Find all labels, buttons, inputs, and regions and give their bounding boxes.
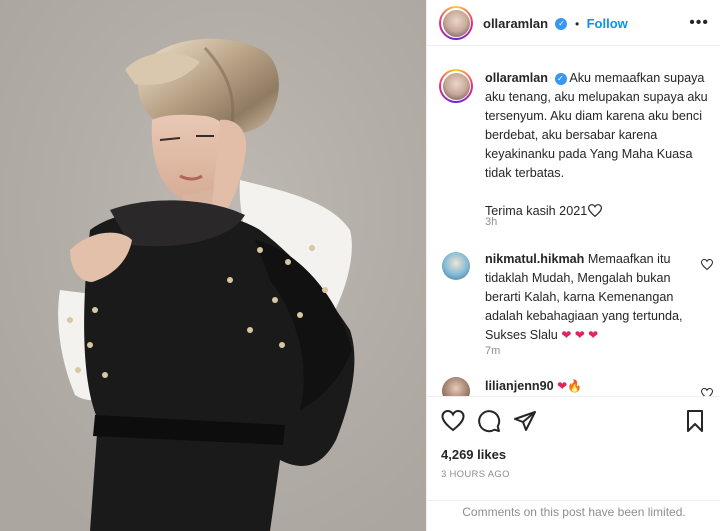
- red-heart-emoji: ❤ ❤ ❤: [561, 328, 599, 342]
- comment-line-2: berarti Kalah, karna Kemenangan: [485, 290, 674, 304]
- share-icon[interactable]: [513, 409, 537, 433]
- post-header: ollaramlan ✓ • Follow •••: [427, 0, 720, 46]
- outline-heart-icon: [588, 204, 603, 223]
- comment-line-0: Memaafkan itu: [587, 252, 671, 266]
- verified-badge-icon: ✓: [554, 72, 567, 85]
- header-avatar[interactable]: [439, 6, 473, 40]
- caption-line-4: keyakinanku pada Yang Maha Kuasa: [485, 147, 693, 161]
- post-photo[interactable]: [0, 0, 426, 531]
- follow-button[interactable]: Follow: [587, 16, 628, 31]
- caption-line-3: berdebat, aku bersabar karena: [485, 128, 658, 142]
- comment-text: nikmatul.hikmah Memaafkan itu tidaklah M…: [485, 250, 705, 345]
- post-side-panel: ollaramlan ✓ • Follow ••• ollaramlan ✓ A…: [426, 0, 720, 531]
- comment-line-4: Sukses Slalu: [485, 328, 558, 342]
- caption-line-0: Aku memaafkan supaya: [569, 71, 705, 85]
- comment-like-heart-icon[interactable]: [700, 386, 714, 396]
- comments-list[interactable]: ollaramlan ✓ Aku memaafkan supaya aku te…: [427, 47, 720, 396]
- heart-fire-emoji: ❤🔥: [557, 379, 583, 393]
- comment-line-1: tidaklah Mudah, Mengalah bukan: [485, 271, 671, 285]
- caption-closing: Terima kasih 2021: [485, 204, 588, 218]
- comment-username[interactable]: nikmatul.hikmah: [485, 252, 584, 266]
- header-user-row: ollaramlan ✓ • Follow: [483, 15, 628, 33]
- likes-count[interactable]: 4,269 likes: [441, 447, 506, 462]
- comment-avatar[interactable]: [442, 252, 470, 280]
- post-photo-illustration: [0, 0, 426, 531]
- separator-dot: •: [574, 17, 580, 31]
- caption-line-2: tersenyum. Aku diam karena aku benci: [485, 109, 703, 123]
- post-timestamp[interactable]: 3 HOURS AGO: [441, 469, 510, 480]
- caption-text: ollaramlan ✓ Aku memaafkan supaya aku te…: [485, 69, 715, 223]
- comments-limited-notice: Comments on this post have been limited.: [427, 500, 720, 531]
- comment-text: lilianjenn90 ❤🔥: [485, 377, 705, 396]
- caption-username[interactable]: ollaramlan: [485, 71, 548, 85]
- comment-like-heart-icon[interactable]: [700, 257, 714, 271]
- comment-icon[interactable]: [477, 409, 501, 433]
- bookmark-icon[interactable]: [683, 409, 707, 433]
- more-horizontal-icon[interactable]: •••: [689, 14, 709, 32]
- header-username[interactable]: ollaramlan: [483, 16, 548, 31]
- comment-username[interactable]: lilianjenn90: [485, 379, 554, 393]
- heart-icon[interactable]: [441, 409, 465, 433]
- comment-time: 7m: [485, 345, 501, 357]
- verified-badge-icon: ✓: [555, 17, 568, 30]
- caption-time: 3h: [485, 216, 498, 228]
- post-actions: 4,269 likes 3 HOURS AGO: [427, 396, 720, 500]
- comment-line-3: adalah kebahagiaan yang tertunda,: [485, 309, 683, 323]
- caption-line-1: aku tenang, aku melupakan supaya aku: [485, 90, 708, 104]
- comment-avatar[interactable]: [442, 377, 470, 396]
- caption-avatar[interactable]: [439, 69, 473, 103]
- caption-line-5: tidak terbatas.: [485, 166, 565, 180]
